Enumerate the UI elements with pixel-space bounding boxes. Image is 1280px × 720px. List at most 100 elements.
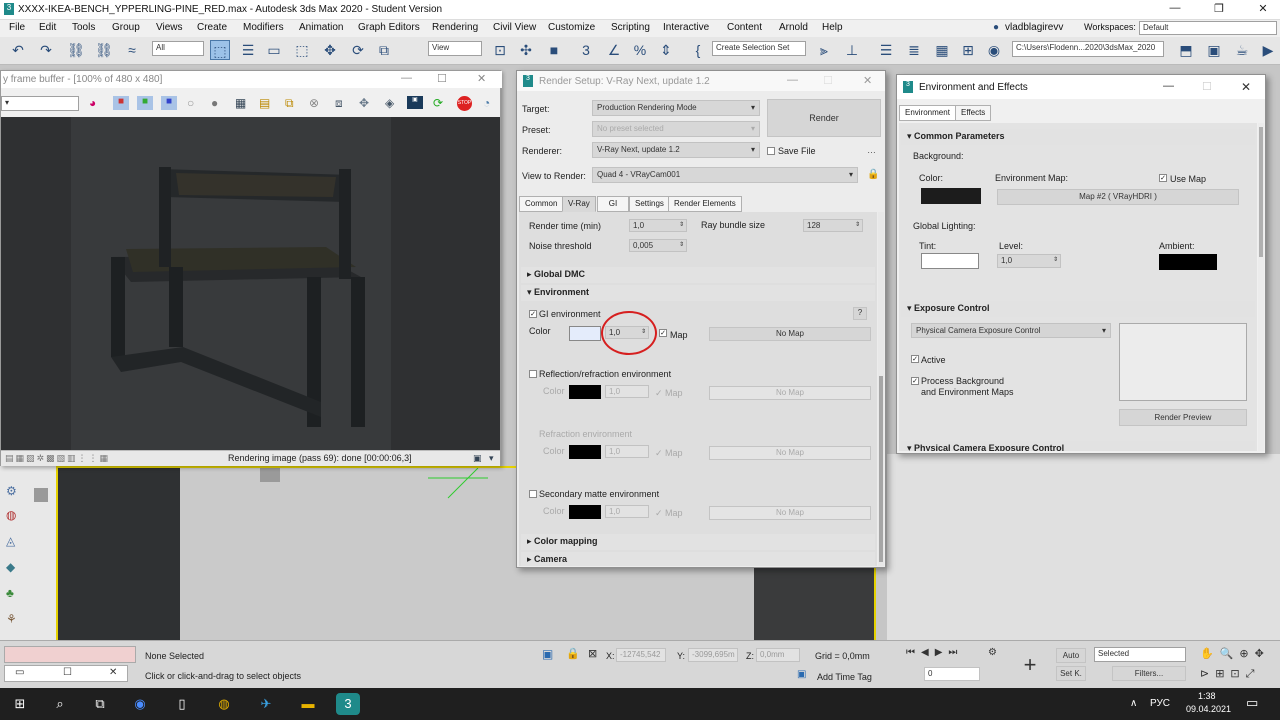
z-coordinate[interactable]: 0,0mm [756,648,800,662]
x-coordinate[interactable]: -12745,542 [616,648,666,662]
scale-icon[interactable]: ⧉ [374,40,394,60]
green-channel-icon[interactable]: ■ [137,96,153,110]
render-icon[interactable]: ▶ [1258,40,1278,60]
level-spinner[interactable]: 1,0 ⇕ [997,254,1061,268]
physical-camera-rollout[interactable]: ▾ Physical Camera Exposure Control [901,441,1255,451]
renderer-select[interactable]: V-Ray Next, update 1.2 ▾ [592,142,760,158]
gi-env-checkbox[interactable]: ✓ [529,310,537,318]
viewport-nav-icon[interactable]: ✋🔍⊕✥ [1200,647,1270,660]
viewport-camera[interactable] [58,468,180,641]
set-key-button[interactable]: Set K. [1056,666,1086,681]
close-icon[interactable]: ✕ [1248,2,1278,18]
menu-file[interactable]: File [9,22,25,33]
camera-icon[interactable]: ◈ [385,96,394,110]
use-map-checkbox[interactable]: ✓ [1159,174,1167,182]
clock-time[interactable]: 1:38 [1198,691,1216,701]
env-map-button[interactable]: Map #2 ( VRayHDRI ) [997,189,1239,205]
env-scrollbar-thumb[interactable] [1259,127,1263,257]
file-icon[interactable]: ▯ [170,693,194,715]
vfb-close-icon[interactable]: ✕ [477,72,486,85]
menu-graph-editors[interactable]: Graph Editors [358,22,420,33]
curve-editor-icon[interactable]: ▦ [932,40,952,60]
zoom-icon[interactable]: ◉ [128,693,152,715]
refresh-icon[interactable]: ⟳ [433,96,443,110]
red-channel-icon[interactable]: ■ [113,96,129,110]
color-channel-icon[interactable]: ◕ [89,96,96,110]
link-icon[interactable]: ⛓ [66,40,86,60]
region-icon[interactable]: ✥ [359,96,369,110]
notification-icon[interactable]: ▭ [1246,695,1258,711]
menu-civil-view[interactable]: Civil View [493,22,536,33]
scene-object[interactable] [260,468,280,482]
pivot-icon[interactable]: ⊡ [490,40,510,60]
duplicate-icon[interactable]: ⧉ [285,96,294,111]
time-config-icon[interactable]: ⚙ [988,647,997,658]
camera-rollout[interactable]: ▸ Camera [521,552,875,566]
maxscript-input[interactable]: ▭ ☐ ✕ [4,665,128,682]
layer-explorer-icon[interactable]: ≣ [904,40,924,60]
select-object-icon[interactable]: ⬚ [210,40,230,60]
workspace-select[interactable]: Default [1139,21,1277,35]
edit-named-sets-icon[interactable]: { [688,40,708,60]
active-checkbox[interactable]: ✓ [911,355,919,363]
redo-icon[interactable]: ↷ [36,40,56,60]
gi-no-map-button[interactable]: No Map [709,327,871,341]
spinner-snap-icon[interactable]: ⇕ [656,40,676,60]
panel-thumbnail[interactable] [34,488,48,502]
motion-icon[interactable]: ◍ [6,508,16,522]
menu-group[interactable]: Group [112,22,140,33]
key-filter-select[interactable]: Selected [1094,647,1186,662]
env-minimize-icon[interactable]: — [1163,80,1174,92]
scene-explorer-icon[interactable]: ☰ [876,40,896,60]
rs-minimize-icon[interactable]: — [787,74,798,86]
material-editor-icon[interactable]: ◉ [984,40,1004,60]
exposure-control-rollout[interactable]: ▾ Exposure Control [901,301,1255,317]
vfb-collapse-icon[interactable]: ▾ [489,453,494,464]
unlink-icon[interactable]: ⛓ [94,40,114,60]
maxscript-expand-icon[interactable]: ☐ [63,667,72,678]
menu-scripting[interactable]: Scripting [611,22,650,33]
tab-vray[interactable]: V-Ray [562,196,596,212]
render-time-spinner[interactable]: 1,0 ⇕ [629,219,687,232]
filters-button[interactable]: Filters... [1112,666,1186,681]
common-params-rollout[interactable]: ▾ Common Parameters [901,129,1255,145]
rs-maximize-icon[interactable]: ☐ [823,74,833,87]
window-crossing-icon[interactable]: ⬚ [292,40,312,60]
menu-create[interactable]: Create [197,22,227,33]
percent-snap-icon[interactable]: % [630,40,650,60]
mirror-icon[interactable]: ⫸ [814,40,834,60]
process-bg-checkbox[interactable]: ✓ [911,377,919,385]
history-icon[interactable]: ⧈ [335,96,343,111]
more-icon[interactable]: … [867,145,876,155]
lock-icon[interactable]: 🔒 [867,169,879,180]
environment-rollout[interactable]: ▾ Environment [521,285,875,301]
tray-chevron-icon[interactable]: ∧ [1130,698,1137,709]
vfb-tools-icon[interactable]: ▤▦▨✲▩▧▥⋮⋮▦ [5,453,110,464]
color-mapping-rollout[interactable]: ▸ Color mapping [521,534,875,550]
rs-close-icon[interactable]: ✕ [863,74,872,87]
rs-scrollbar-thumb[interactable] [879,376,883,562]
rs-scrollbar[interactable] [878,212,884,566]
maximize-icon[interactable]: ❐ [1204,2,1234,18]
selection-filter[interactable]: All [152,41,204,56]
reference-coordinate-select[interactable]: View [428,41,482,56]
tint-color-swatch[interactable] [921,253,979,269]
menu-rendering[interactable]: Rendering [432,22,478,33]
current-frame[interactable]: 0 [924,667,980,681]
sec-matte-checkbox[interactable] [529,490,537,498]
vfb-minimize-icon[interactable]: — [401,72,412,84]
tab-settings[interactable]: Settings [629,196,670,212]
menu-animation[interactable]: Animation [299,22,343,33]
tree-icon[interactable]: ♣ [6,586,14,600]
menu-help[interactable]: Help [822,22,843,33]
render-button[interactable]: Render [767,99,881,137]
select-by-name-icon[interactable]: ☰ [238,40,258,60]
load-image-icon[interactable]: ▤ [259,96,270,110]
chrome-icon[interactable]: ◍ [212,693,236,715]
selection-lock-icon[interactable]: 🔒 [566,647,580,660]
undo-icon[interactable]: ↶ [8,40,28,60]
user-name[interactable]: vladblagirevv [1005,22,1063,33]
3dsmax-taskbar-icon[interactable]: 3 [336,693,360,715]
create-selection-set[interactable]: Create Selection Set [712,41,806,56]
ray-bundle-spinner[interactable]: 128 ⇕ [803,219,863,232]
